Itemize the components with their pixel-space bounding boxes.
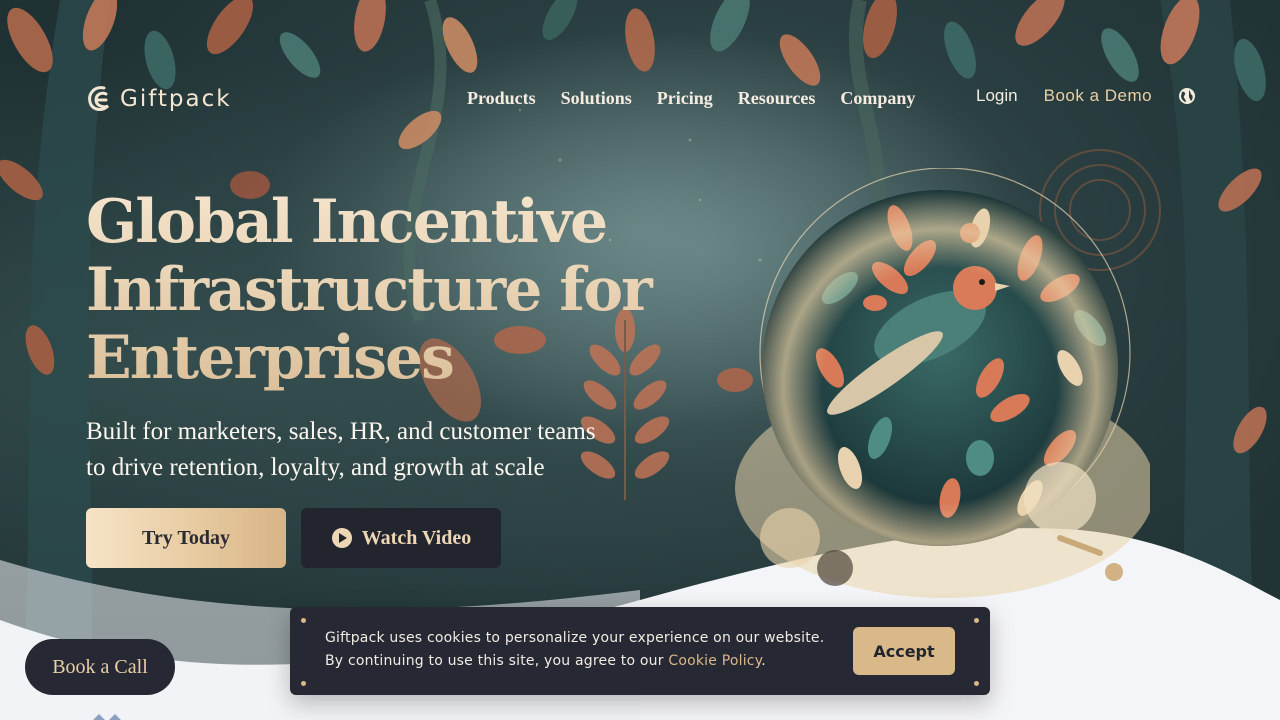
hero-subtitle-line-2: to drive retention, loyalty, and growth … bbox=[86, 454, 545, 481]
orb-illustration bbox=[735, 168, 1150, 598]
hero-subtitle-line-1: Built for marketers, sales, HR, and cust… bbox=[86, 418, 596, 445]
play-icon bbox=[331, 528, 352, 548]
cookie-line-1: Giftpack uses cookies to personalize you… bbox=[325, 630, 825, 646]
accept-cookies-button[interactable]: Accept bbox=[853, 627, 955, 675]
nav-company[interactable]: Company bbox=[840, 86, 915, 110]
login-link[interactable]: Login bbox=[976, 86, 1018, 106]
chevron-up-icon bbox=[93, 714, 121, 720]
cookie-corner-dot bbox=[301, 681, 306, 686]
cookie-policy-link[interactable]: Cookie Policy bbox=[668, 653, 761, 669]
hero-title-line-2: Infrastructure for bbox=[86, 255, 651, 325]
cookie-line-2-prefix: By continuing to use this site, you agre… bbox=[325, 653, 669, 669]
book-demo-link[interactable]: Book a Demo bbox=[1044, 86, 1153, 106]
cookie-banner: Giftpack uses cookies to personalize you… bbox=[290, 607, 990, 695]
logo[interactable]: Giftpack bbox=[86, 84, 232, 114]
main-nav: Products Solutions Pricing Resources Com… bbox=[467, 86, 915, 110]
header-actions: Login Book a Demo bbox=[976, 86, 1196, 106]
nav-products[interactable]: Products bbox=[467, 86, 536, 110]
nav-resources[interactable]: Resources bbox=[738, 86, 816, 110]
cookie-corner-dot bbox=[974, 681, 979, 686]
hero-title-line-3: Enterprises bbox=[86, 323, 453, 393]
giftpack-logo-icon bbox=[88, 86, 110, 111]
cookie-line-2-suffix: . bbox=[761, 653, 766, 669]
nav-solutions[interactable]: Solutions bbox=[561, 86, 632, 110]
globe-icon[interactable] bbox=[1178, 87, 1196, 105]
watch-video-button[interactable]: Watch Video bbox=[301, 508, 501, 568]
cookie-corner-dot bbox=[301, 618, 306, 623]
watch-video-label: Watch Video bbox=[361, 526, 472, 549]
hero-title-line-1: Global Incentive bbox=[86, 187, 607, 257]
try-today-button[interactable]: Try Today bbox=[86, 508, 286, 568]
cookie-corner-dot bbox=[974, 618, 979, 623]
logo-text: Giftpack bbox=[120, 86, 232, 112]
hero-title: Global Incentive Infrastructure for Ente… bbox=[86, 188, 686, 392]
cookie-message: Giftpack uses cookies to personalize you… bbox=[325, 627, 845, 673]
book-a-call-button[interactable]: Book a Call bbox=[25, 639, 175, 695]
hero-subtitle: Built for marketers, sales, HR, and cust… bbox=[86, 414, 646, 486]
nav-pricing[interactable]: Pricing bbox=[657, 86, 713, 110]
